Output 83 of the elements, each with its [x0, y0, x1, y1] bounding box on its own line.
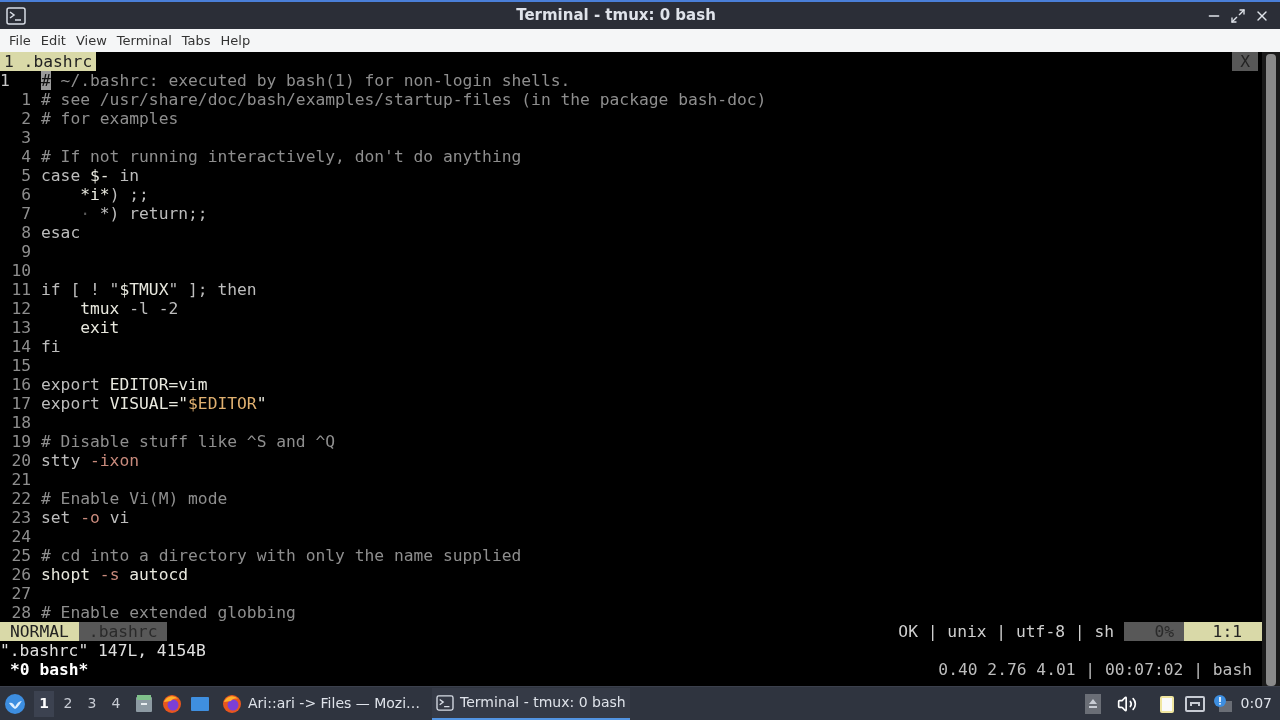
- task-button[interactable]: Ari::ari -> Files — Mozi…: [218, 687, 425, 720]
- line-number: 1: [20, 90, 32, 109]
- line-number: 5: [20, 166, 32, 185]
- command-message: ".bashrc" 147L, 4154B: [0, 641, 206, 660]
- line-number: 18: [10, 413, 32, 432]
- workspace-button[interactable]: 4: [106, 690, 126, 717]
- line-number: 20: [10, 451, 32, 470]
- line-number: 8: [20, 223, 32, 242]
- menu-item[interactable]: File: [6, 30, 34, 51]
- line-number: 12: [10, 299, 32, 318]
- line-number: 7: [20, 204, 32, 223]
- maximize-icon[interactable]: [1230, 7, 1246, 24]
- file-cabinet-icon[interactable]: [134, 693, 154, 714]
- code-line: # ~/.bashrc: executed by bash(1) for non-login shells.: [41, 71, 571, 90]
- code-line: *i*) ;;: [80, 185, 149, 204]
- file-info: OK | unix | utf-8 | sh: [898, 622, 1114, 641]
- line-number: 17: [10, 394, 32, 413]
- volume-icon[interactable]: [1116, 693, 1137, 714]
- menu-item[interactable]: Help: [217, 30, 254, 51]
- line-number: 3: [20, 128, 32, 147]
- line-number: 22: [10, 489, 32, 508]
- start-menu-icon[interactable]: [4, 692, 26, 715]
- mode-indicator: NORMAL: [0, 622, 79, 641]
- code-line: export VISUAL="$EDITOR": [41, 394, 267, 413]
- buffer-tab[interactable]: 1 .bashrc: [0, 52, 97, 71]
- code-line: # Enable Vi(M) mode: [41, 489, 228, 508]
- scrollbar[interactable]: [1262, 52, 1280, 686]
- line-number: 16: [10, 375, 32, 394]
- line-number: 25: [10, 546, 32, 565]
- code-line: # Enable extended globbing: [41, 603, 296, 622]
- code-line: # see /usr/share/doc/bash/examples/startup-files (in the package bash-doc): [41, 90, 767, 109]
- line-number: 10: [10, 261, 32, 280]
- terminal-icon: [6, 6, 26, 25]
- line-number: 4: [20, 147, 32, 166]
- firefox-icon[interactable]: [162, 693, 182, 714]
- line-number: 1: [0, 71, 11, 90]
- cursor-position: 1:1: [1184, 622, 1262, 641]
- code-line: fi: [41, 337, 61, 356]
- line-number: 11: [10, 280, 32, 299]
- line-number: 2: [20, 109, 32, 128]
- code-line: export EDITOR=vim: [41, 375, 208, 394]
- terminal-icon: [436, 694, 455, 711]
- line-number: 21: [10, 470, 32, 489]
- eject-icon[interactable]: [1084, 693, 1101, 714]
- line-number: 19: [10, 432, 32, 451]
- code-line: tmux -l -2: [80, 299, 179, 318]
- code-line: # Disable stuff like ^S and ^Q: [41, 432, 336, 451]
- code-line: exit: [80, 318, 120, 337]
- line-number: 15: [10, 356, 32, 375]
- line-number: 9: [20, 242, 32, 261]
- menu-item[interactable]: Tabs: [178, 30, 214, 51]
- code-line: stty -ixon: [41, 451, 140, 470]
- menu-item[interactable]: Terminal: [113, 30, 175, 51]
- line-number: 27: [10, 584, 32, 603]
- code-line: case $- in: [41, 166, 140, 185]
- menu-item[interactable]: Edit: [37, 30, 69, 51]
- tmux-status: 0.40 2.76 4.01 | 00:07:02 | bash: [938, 660, 1253, 679]
- task-button[interactable]: Terminal - tmux: 0 bash: [432, 687, 630, 720]
- workspace-button[interactable]: 2: [58, 690, 78, 717]
- clock: 0:07: [1240, 694, 1273, 713]
- line-number: 23: [10, 508, 32, 527]
- code-line: # If not running interactively, don't do anything: [41, 147, 522, 166]
- code-line: esac: [41, 223, 81, 242]
- workspace-button[interactable]: 3: [82, 690, 102, 717]
- line-number: 26: [10, 565, 32, 584]
- code-line: # for examples: [41, 109, 179, 128]
- line-number: 6: [20, 185, 32, 204]
- line-number: 14: [10, 337, 32, 356]
- menu-item[interactable]: View: [72, 30, 110, 51]
- code-line: · *) return;;: [80, 204, 208, 223]
- workspace-button[interactable]: 1: [34, 690, 54, 717]
- code-line: set -o vi: [41, 508, 130, 527]
- tmux-window[interactable]: *0 bash*: [0, 660, 89, 679]
- line-number: 13: [10, 318, 32, 337]
- line-number: 28: [10, 603, 32, 622]
- code-line: # cd into a directory with only the name supplied: [41, 546, 522, 565]
- firefox-icon[interactable]: [222, 693, 242, 714]
- notification-icon[interactable]: [1212, 693, 1233, 714]
- line-number: 24: [10, 527, 32, 546]
- code-line: shopt -s autocd: [41, 565, 189, 584]
- code-line: if [ ! "$TMUX" ]; then: [41, 280, 257, 299]
- window-title: Terminal - tmux: 0 bash: [516, 5, 716, 27]
- network-icon[interactable]: [1184, 693, 1205, 714]
